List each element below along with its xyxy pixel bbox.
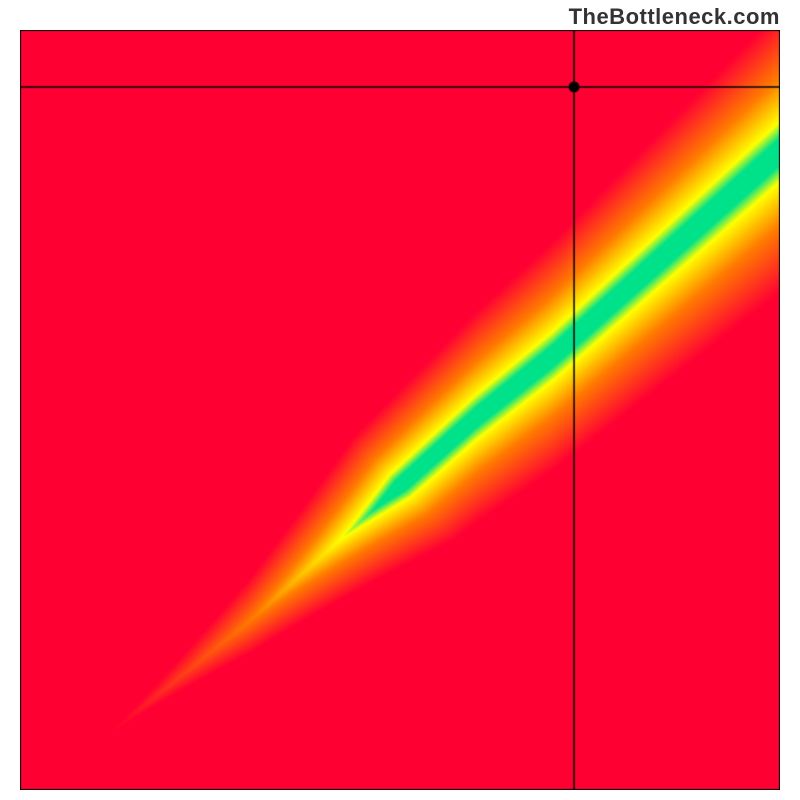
heatmap-plot: [20, 30, 780, 790]
heatmap-canvas: [20, 30, 780, 790]
watermark-text: TheBottleneck.com: [569, 4, 780, 30]
